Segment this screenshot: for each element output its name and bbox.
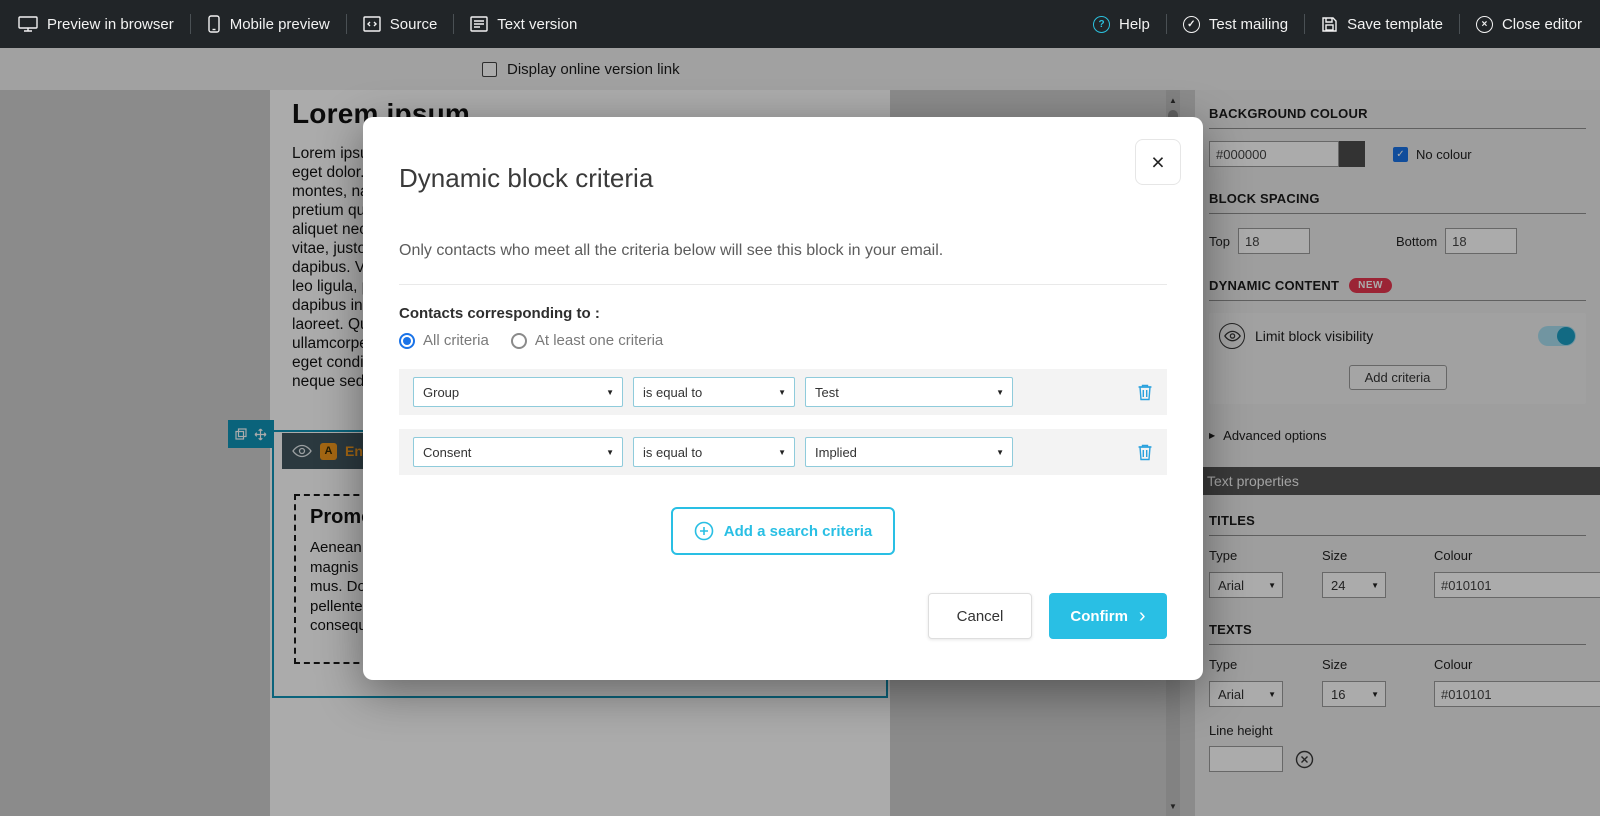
- close-circle-icon: ×: [1475, 15, 1493, 33]
- modal-close-button[interactable]: ×: [1135, 139, 1181, 185]
- criteria-row: Group ▼ is equal to ▼ Test ▼: [399, 369, 1167, 415]
- criteria-operator-select[interactable]: is equal to ▼: [633, 377, 795, 407]
- chevron-down-icon: ▼: [606, 387, 614, 397]
- preview-in-browser-label: Preview in browser: [47, 15, 174, 33]
- preview-in-browser-button[interactable]: Preview in browser: [16, 15, 176, 33]
- criteria-field-select[interactable]: Consent ▼: [413, 437, 623, 467]
- modal-title: Dynamic block criteria: [399, 163, 654, 193]
- add-search-criteria-button[interactable]: Add a search criteria: [671, 507, 895, 555]
- help-button[interactable]: ? Help: [1091, 15, 1152, 33]
- criteria-mode-radios: All criteria At least one criteria: [399, 332, 1167, 349]
- criteria-value-select[interactable]: Implied ▼: [805, 437, 1013, 467]
- separator: [1165, 14, 1167, 34]
- trash-icon: [1138, 384, 1152, 401]
- contacts-corresponding-label: Contacts corresponding to :: [399, 305, 600, 322]
- at-least-one-criteria-radio[interactable]: [510, 332, 527, 349]
- at-least-one-criteria-label: At least one criteria: [534, 332, 664, 349]
- criteria-row: Consent ▼ is equal to ▼ Implied ▼: [399, 429, 1167, 475]
- test-mailing-button[interactable]: ✓ Test mailing: [1181, 15, 1290, 33]
- topbar-right: ? Help ✓ Test mailing Save template × Cl…: [1091, 0, 1584, 48]
- all-criteria-label: All criteria: [423, 332, 489, 349]
- separator: [189, 14, 191, 34]
- cancel-button[interactable]: Cancel: [928, 593, 1032, 639]
- check-circle-icon: ✓: [1182, 15, 1200, 33]
- separator: [345, 14, 347, 34]
- close-editor-button[interactable]: × Close editor: [1474, 15, 1584, 33]
- chevron-down-icon: ▼: [606, 447, 614, 457]
- delete-criteria-button[interactable]: [1137, 443, 1153, 461]
- separator: [1304, 14, 1306, 34]
- confirm-label: Confirm: [1070, 607, 1128, 625]
- close-editor-label: Close editor: [1501, 15, 1582, 33]
- dynamic-block-criteria-modal: × Dynamic block criteria Only contacts w…: [363, 117, 1203, 680]
- help-label: Help: [1119, 15, 1150, 33]
- modal-actions: Cancel Confirm ›: [399, 593, 1167, 639]
- criteria-operator-select[interactable]: is equal to ▼: [633, 437, 795, 467]
- confirm-button[interactable]: Confirm ›: [1049, 593, 1167, 639]
- plus-circle-icon: [694, 521, 714, 541]
- text-version-button[interactable]: Text version: [468, 16, 579, 33]
- criteria-field-select[interactable]: Group ▼: [413, 377, 623, 407]
- save-template-button[interactable]: Save template: [1319, 16, 1445, 33]
- text-document-icon: [470, 16, 488, 32]
- divider: [399, 284, 1167, 285]
- source-button[interactable]: Source: [361, 16, 440, 33]
- criteria-operator-value: is equal to: [643, 444, 703, 460]
- criteria-field-value: Group: [423, 384, 460, 400]
- test-mailing-label: Test mailing: [1208, 15, 1289, 33]
- chevron-down-icon: ▼: [778, 387, 786, 397]
- phone-icon: [208, 15, 220, 33]
- criteria-value-select[interactable]: Test ▼: [805, 377, 1013, 407]
- criteria-field-value: Consent: [423, 444, 472, 460]
- topbar-left: Preview in browser Mobile preview Source…: [16, 0, 579, 48]
- chevron-down-icon: ▼: [996, 387, 1004, 397]
- modal-description: Only contacts who meet all the criteria …: [399, 242, 944, 259]
- chevron-right-icon: ›: [1138, 605, 1146, 627]
- mobile-preview-button[interactable]: Mobile preview: [205, 15, 332, 33]
- topbar: Preview in browser Mobile preview Source…: [0, 0, 1600, 48]
- chevron-down-icon: ▼: [778, 447, 786, 457]
- chevron-down-icon: ▼: [996, 447, 1004, 457]
- save-template-label: Save template: [1347, 15, 1443, 33]
- help-icon: ?: [1093, 15, 1110, 33]
- monitor-icon: [18, 16, 38, 32]
- mobile-preview-label: Mobile preview: [229, 15, 330, 33]
- add-search-criteria-label: Add a search criteria: [723, 522, 873, 540]
- delete-criteria-button[interactable]: [1137, 383, 1153, 401]
- criteria-value-value: Test: [815, 384, 839, 400]
- all-criteria-radio[interactable]: [399, 332, 415, 349]
- source-code-icon: [363, 16, 381, 32]
- criteria-operator-value: is equal to: [643, 384, 703, 400]
- workspace: Display online version link Lorem ipsum …: [0, 48, 1600, 816]
- separator: [1458, 14, 1460, 34]
- text-version-label: Text version: [497, 15, 578, 33]
- criteria-value-value: Implied: [815, 444, 857, 460]
- editor-screen: Preview in browser Mobile preview Source…: [0, 0, 1600, 816]
- save-icon: [1322, 16, 1337, 32]
- separator: [453, 14, 455, 34]
- source-label: Source: [389, 15, 438, 33]
- trash-icon: [1138, 444, 1152, 461]
